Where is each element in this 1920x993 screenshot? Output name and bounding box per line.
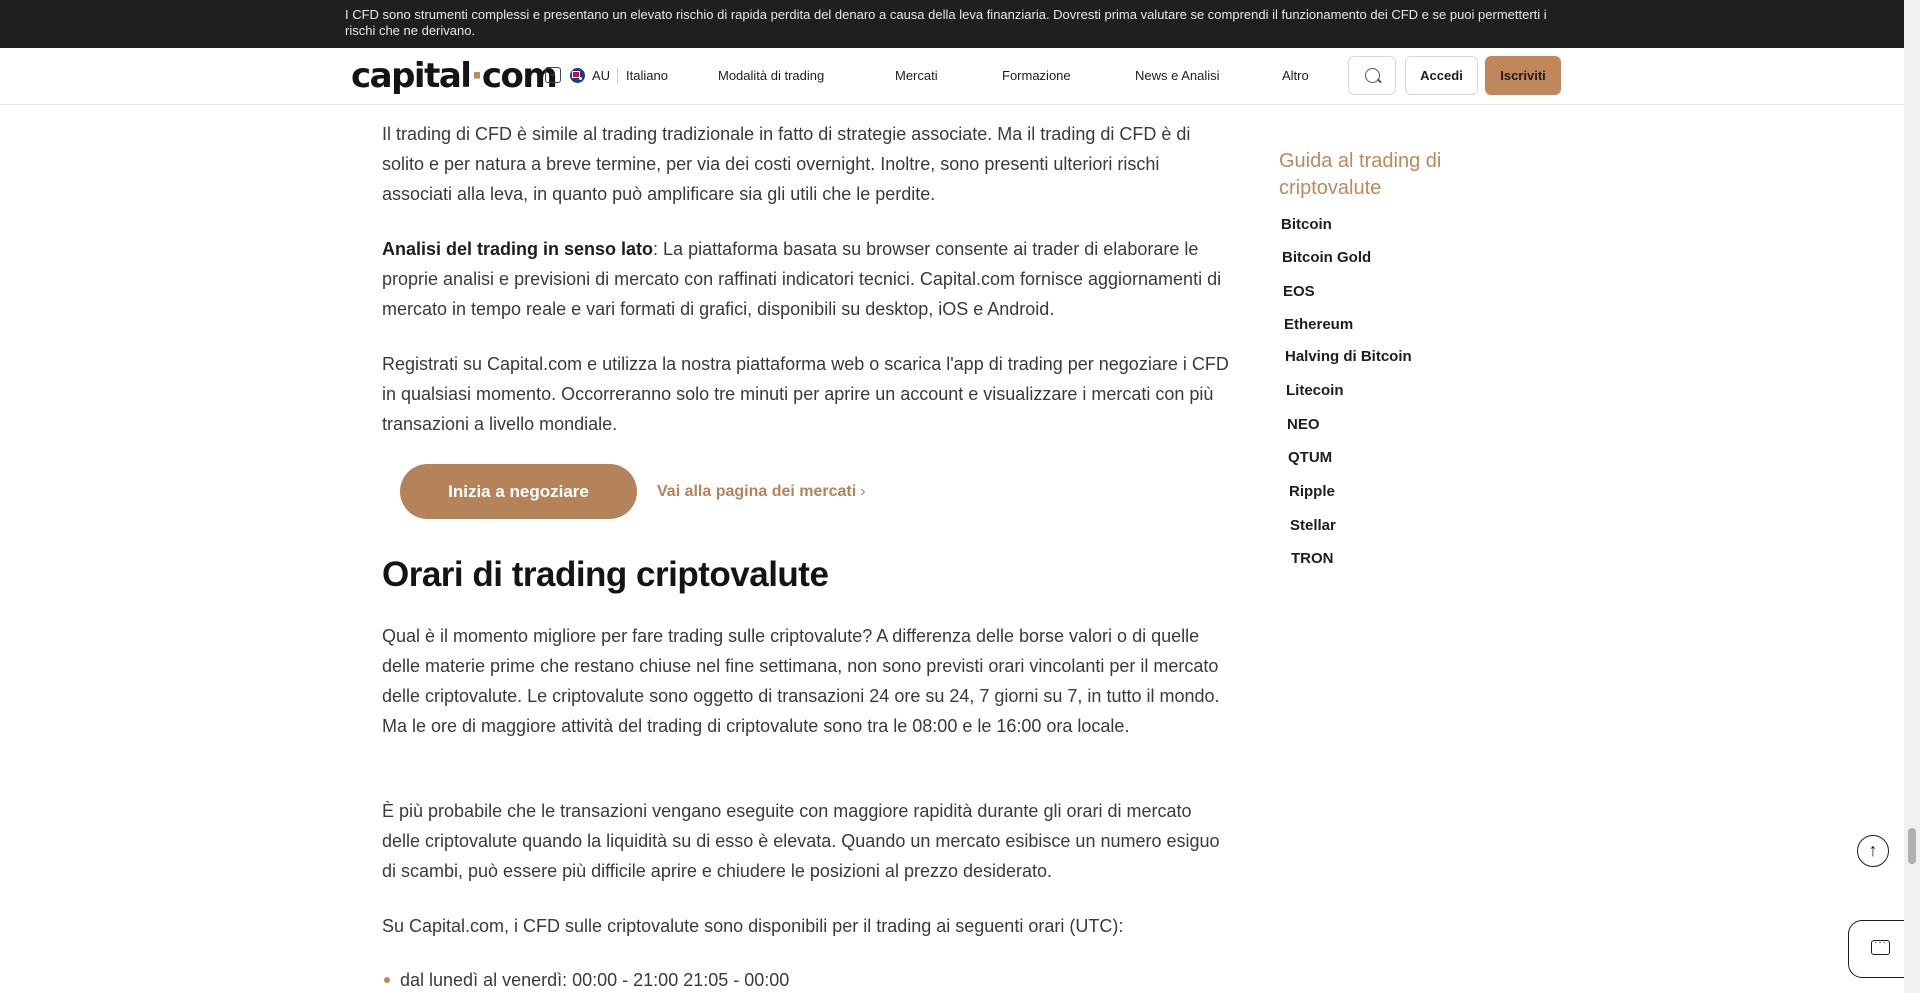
region-selector[interactable]: AU — [592, 68, 610, 83]
risk-warning-text: I CFD sono strumenti complessi e present… — [345, 7, 1547, 38]
guide-link-neo[interactable]: NEO — [1287, 416, 1320, 433]
guide-link-halving[interactable]: Halving di Bitcoin — [1285, 348, 1412, 365]
guide-link-qtum[interactable]: QTUM — [1288, 449, 1332, 466]
list-item-hours: dal lunedì al venerdì: 00:00 - 21:00 21:… — [382, 965, 789, 993]
paragraph-best-time: Qual è il momento migliore per fare trad… — [382, 626, 1220, 736]
guide-link-litecoin[interactable]: Litecoin — [1286, 382, 1344, 399]
paragraph-register: Registrati su Capital.com e utilizza la … — [382, 354, 1229, 434]
signup-button[interactable]: Iscriviti — [1485, 56, 1561, 95]
arrow-up-icon: ↑ — [1868, 840, 1878, 860]
capital-com-logo[interactable]: capital·com — [351, 56, 558, 96]
nav-markets[interactable]: Mercati — [895, 68, 938, 83]
markets-page-link[interactable]: Vai alla pagina dei mercati › — [657, 483, 866, 501]
guide-link-stellar[interactable]: Stellar — [1290, 517, 1336, 534]
nav-divider — [617, 67, 618, 84]
chevron-down-icon[interactable]: ⌄ — [545, 67, 561, 83]
guide-link-bitcoin[interactable]: Bitcoin — [1281, 216, 1332, 233]
scrollbar-thumb[interactable] — [1908, 828, 1916, 864]
chat-button[interactable] — [1848, 920, 1910, 978]
language-selector[interactable]: Italiano — [626, 68, 668, 83]
guide-link-bitcoin-gold[interactable]: Bitcoin Gold — [1282, 249, 1371, 266]
page-scrollbar[interactable] — [1904, 0, 1920, 993]
guide-link-ripple[interactable]: Ripple — [1289, 483, 1335, 500]
nav-more[interactable]: Altro — [1282, 68, 1309, 83]
nav-education[interactable]: Formazione — [1002, 68, 1071, 83]
start-trading-button[interactable]: Inizia a negoziare — [400, 464, 637, 519]
nav-news-analysis[interactable]: News e Analisi — [1135, 68, 1220, 83]
guide-link-ethereum[interactable]: Ethereum — [1284, 316, 1353, 333]
crypto-guide-sidebar: Guida al trading di criptovalute Bitcoin… — [1279, 148, 1499, 567]
paragraph-analysis-heading: Analisi del trading in senso lato — [382, 239, 654, 259]
markets-link-label: Vai alla pagina dei mercati — [657, 483, 857, 500]
paragraph-trading-hours: Su Capital.com, i CFD sulle criptovalute… — [382, 916, 1124, 936]
login-button[interactable]: Accedi — [1405, 56, 1478, 95]
paragraph-analysis: Analisi del trading in senso lato: La pi… — [382, 234, 1232, 324]
chat-icon — [1871, 937, 1890, 955]
guide-link-eos[interactable]: EOS — [1283, 283, 1315, 300]
search-button[interactable] — [1348, 56, 1396, 95]
risk-warning-banner: I CFD sono strumenti complessi e present… — [0, 0, 1904, 48]
paragraph-cfd-trading: Il trading di CFD è simile al trading tr… — [382, 124, 1191, 204]
search-icon — [1365, 68, 1380, 83]
chevron-right-icon: › — [860, 483, 866, 500]
australia-flag-icon — [570, 68, 585, 83]
nav-trading-modes[interactable]: Modalità di trading — [718, 68, 824, 83]
paragraph-liquidity: È più probabile che le transazioni venga… — [382, 801, 1220, 881]
guide-title: Guida al trading di criptovalute — [1279, 150, 1442, 199]
scroll-to-top-button[interactable]: ↑ — [1857, 835, 1889, 867]
section-title: Orari di trading criptovalute — [382, 555, 829, 594]
guide-link-tron[interactable]: TRON — [1291, 550, 1334, 567]
top-navbar: capital·com ⌄ AU Italiano Modalità di tr… — [0, 48, 1904, 105]
